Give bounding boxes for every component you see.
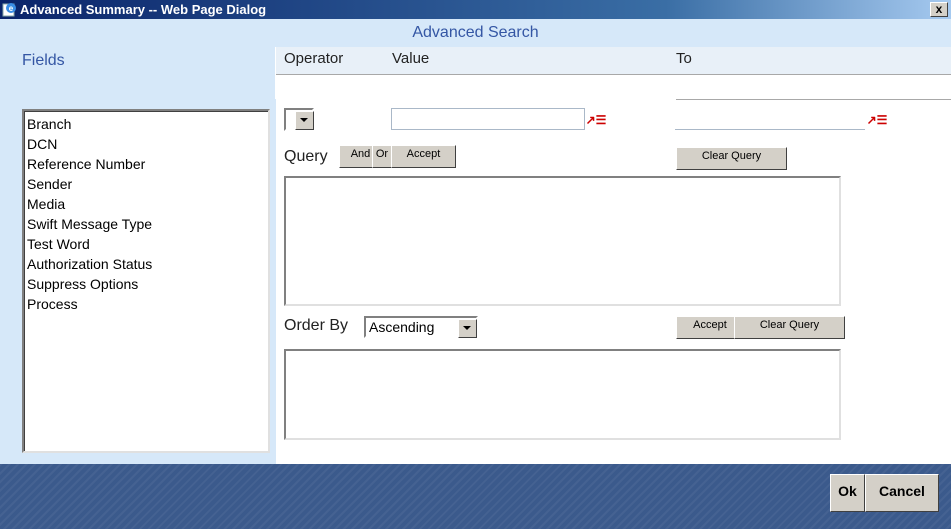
chevron-down-icon[interactable] (295, 111, 314, 130)
list-item[interactable]: DCN (27, 134, 268, 154)
list-item[interactable]: Swift Message Type (27, 214, 268, 234)
order-by-value: Ascending (369, 319, 435, 335)
fields-heading: Fields (22, 52, 65, 69)
page-title: Advanced Search (412, 24, 539, 41)
order-by-select[interactable]: Ascending (364, 316, 478, 338)
ie-page-icon: e (2, 3, 16, 17)
ok-button[interactable]: Ok (830, 474, 865, 512)
clear-query-button[interactable]: Clear Query (676, 147, 787, 170)
or-button[interactable]: Or (372, 145, 392, 168)
list-of-values-icon[interactable]: ↗☰ (866, 112, 888, 128)
query-textarea[interactable] (284, 176, 841, 306)
window-title: Advanced Summary -- Web Page Dialog (20, 2, 267, 17)
list-item[interactable]: Sender (27, 174, 268, 194)
list-item[interactable]: Authorization Status (27, 254, 268, 274)
header-divider (276, 74, 951, 75)
svg-text:e: e (9, 4, 14, 13)
footer-bar (0, 464, 951, 529)
to-heading: To (676, 50, 692, 67)
operator-select[interactable] (284, 108, 314, 131)
chevron-down-icon[interactable] (458, 319, 477, 338)
list-item[interactable]: Media (27, 194, 268, 214)
value-heading: Value (392, 50, 430, 67)
to-divider (676, 99, 951, 100)
order-clear-query-button[interactable]: Clear Query (734, 316, 845, 339)
query-label: Query (284, 148, 328, 165)
cancel-button[interactable]: Cancel (865, 474, 939, 512)
to-field[interactable] (675, 108, 865, 130)
list-item[interactable]: Reference Number (27, 154, 268, 174)
close-button[interactable]: x (930, 2, 948, 17)
value-field[interactable] (391, 108, 585, 130)
list-of-values-icon[interactable]: ↗☰ (585, 112, 607, 128)
order-by-label: Order By (284, 317, 349, 334)
list-item[interactable]: Process (27, 294, 268, 314)
list-item[interactable]: Branch (27, 114, 268, 134)
fields-list[interactable]: Branch DCN Reference Number Sender Media… (22, 109, 270, 453)
list-item[interactable]: Suppress Options (27, 274, 268, 294)
operator-heading: Operator (284, 50, 344, 67)
accept-button[interactable]: Accept (391, 145, 456, 168)
order-by-textarea[interactable] (284, 349, 841, 440)
list-item[interactable]: Test Word (27, 234, 268, 254)
